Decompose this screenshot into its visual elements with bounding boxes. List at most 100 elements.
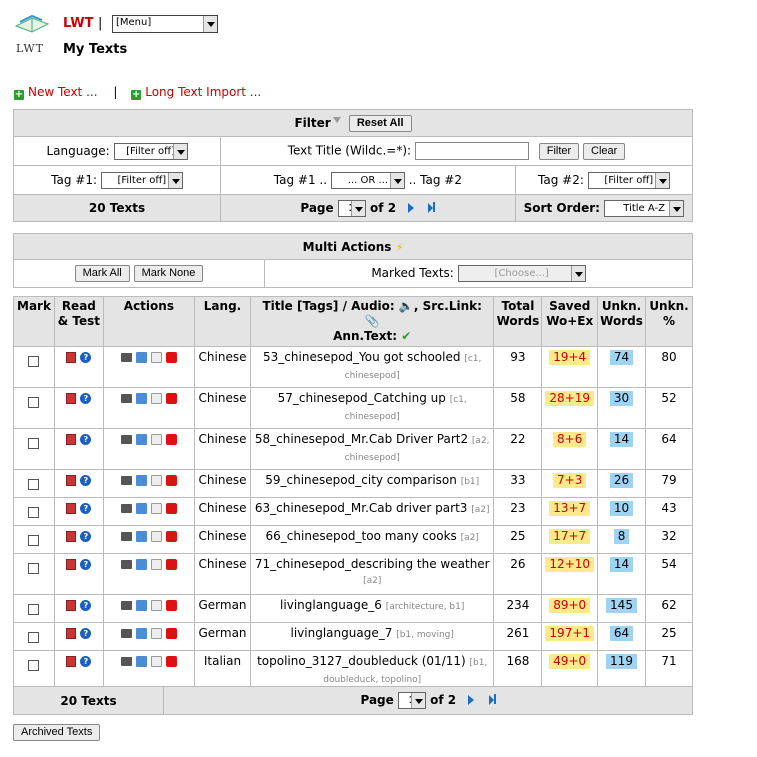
last-page-icon[interactable] — [428, 201, 436, 216]
print-icon[interactable] — [120, 560, 132, 569]
unknown-badge[interactable]: 14 — [609, 432, 634, 447]
edit-icon[interactable] — [150, 434, 162, 445]
delete-icon[interactable] — [165, 559, 177, 570]
delete-icon[interactable] — [165, 628, 177, 639]
test-question-icon[interactable]: ? — [80, 628, 92, 639]
edit-icon[interactable] — [150, 600, 162, 611]
print-icon[interactable] — [120, 353, 132, 362]
title-filter-input[interactable] — [414, 142, 529, 160]
test-question-icon[interactable]: ? — [80, 434, 92, 445]
new-text-link[interactable]: New Text ... — [28, 85, 98, 99]
next-page-icon[interactable] — [468, 695, 475, 705]
test-question-icon[interactable]: ? — [80, 393, 92, 404]
archive-download-icon[interactable] — [135, 656, 147, 667]
unknown-badge[interactable]: 8 — [613, 529, 630, 544]
print-icon[interactable] — [120, 629, 132, 638]
language-select[interactable]: [Filter off] — [113, 142, 188, 160]
next-page-icon[interactable] — [408, 202, 415, 213]
archive-download-icon[interactable] — [135, 559, 147, 570]
delete-icon[interactable] — [165, 434, 177, 445]
test-question-icon[interactable]: ? — [80, 531, 92, 542]
test-question-icon[interactable]: ? — [80, 475, 92, 486]
mark-checkbox[interactable] — [28, 632, 40, 643]
unknown-badge[interactable]: 119 — [606, 654, 637, 669]
archive-download-icon[interactable] — [135, 434, 147, 445]
delete-icon[interactable] — [165, 393, 177, 404]
unknown-badge[interactable]: 10 — [609, 501, 634, 516]
archive-download-icon[interactable] — [135, 503, 147, 514]
edit-icon[interactable] — [150, 503, 162, 514]
clear-button[interactable]: Clear — [583, 142, 626, 160]
mark-all-button[interactable]: Mark All — [74, 265, 130, 282]
lwt-logo[interactable]: LWT — [12, 12, 52, 56]
mark-checkbox[interactable] — [28, 535, 40, 546]
archive-download-icon[interactable] — [135, 393, 147, 404]
print-icon[interactable] — [120, 394, 132, 403]
print-icon[interactable] — [120, 435, 132, 444]
print-icon[interactable] — [120, 476, 132, 485]
mark-checkbox[interactable] — [28, 479, 40, 490]
menu-select[interactable]: [Menu] — [112, 15, 218, 33]
edit-icon[interactable] — [150, 393, 162, 404]
mark-checkbox[interactable] — [28, 507, 40, 518]
delete-icon[interactable] — [165, 656, 177, 667]
read-book-icon[interactable] — [66, 559, 77, 570]
tag2-select[interactable]: [Filter off] — [587, 171, 670, 189]
test-question-icon[interactable]: ? — [80, 503, 92, 514]
test-question-icon[interactable]: ? — [80, 656, 92, 667]
mark-checkbox[interactable] — [28, 438, 40, 449]
test-question-icon[interactable]: ? — [80, 352, 92, 363]
edit-icon[interactable] — [150, 475, 162, 486]
print-icon[interactable] — [120, 657, 132, 666]
unknown-badge[interactable]: 145 — [606, 598, 637, 613]
unknown-badge[interactable]: 30 — [609, 391, 634, 406]
delete-icon[interactable] — [165, 352, 177, 363]
read-book-icon[interactable] — [66, 531, 77, 542]
archive-download-icon[interactable] — [135, 600, 147, 611]
delete-icon[interactable] — [165, 503, 177, 514]
test-question-icon[interactable]: ? — [80, 600, 92, 611]
mark-checkbox[interactable] — [28, 356, 40, 367]
delete-icon[interactable] — [165, 600, 177, 611]
reset-all-button[interactable]: Reset All — [348, 114, 412, 132]
edit-icon[interactable] — [150, 628, 162, 639]
mark-checkbox[interactable] — [28, 563, 40, 574]
read-book-icon[interactable] — [66, 628, 77, 639]
tag-operator-select[interactable]: ... OR ... — [330, 171, 405, 189]
archive-download-icon[interactable] — [135, 475, 147, 486]
archive-download-icon[interactable] — [135, 531, 147, 542]
archived-texts-button[interactable]: Archived Texts — [13, 724, 101, 741]
unknown-badge[interactable]: 26 — [609, 473, 634, 488]
print-icon[interactable] — [120, 532, 132, 541]
unknown-badge[interactable]: 64 — [609, 626, 634, 641]
read-book-icon[interactable] — [66, 503, 77, 514]
last-page-icon[interactable] — [488, 694, 496, 708]
marked-texts-select[interactable]: [Choose...] — [457, 265, 586, 282]
print-icon[interactable] — [120, 601, 132, 610]
bottom-page-select[interactable]: 1 — [397, 692, 426, 709]
brand-link[interactable]: LWT — [63, 16, 93, 31]
tag1-select[interactable]: [Filter off] — [100, 171, 183, 189]
archive-download-icon[interactable] — [135, 628, 147, 639]
delete-icon[interactable] — [165, 475, 177, 486]
read-book-icon[interactable] — [66, 475, 77, 486]
mark-checkbox[interactable] — [28, 660, 40, 671]
unknown-badge[interactable]: 14 — [609, 557, 634, 572]
unknown-badge[interactable]: 74 — [609, 350, 634, 365]
read-book-icon[interactable] — [66, 656, 77, 667]
page-select[interactable]: 1 — [337, 199, 366, 217]
read-book-icon[interactable] — [66, 352, 77, 363]
test-question-icon[interactable]: ? — [80, 559, 92, 570]
filter-button[interactable]: Filter — [538, 142, 580, 160]
delete-icon[interactable] — [165, 531, 177, 542]
read-book-icon[interactable] — [66, 434, 77, 445]
mark-checkbox[interactable] — [28, 397, 40, 408]
print-icon[interactable] — [120, 504, 132, 513]
edit-icon[interactable] — [150, 559, 162, 570]
long-text-import-link[interactable]: Long Text Import ... — [145, 85, 261, 99]
sort-select[interactable]: Title A-Z — [604, 199, 685, 217]
edit-icon[interactable] — [150, 531, 162, 542]
read-book-icon[interactable] — [66, 393, 77, 404]
edit-icon[interactable] — [150, 656, 162, 667]
mark-checkbox[interactable] — [28, 604, 40, 615]
